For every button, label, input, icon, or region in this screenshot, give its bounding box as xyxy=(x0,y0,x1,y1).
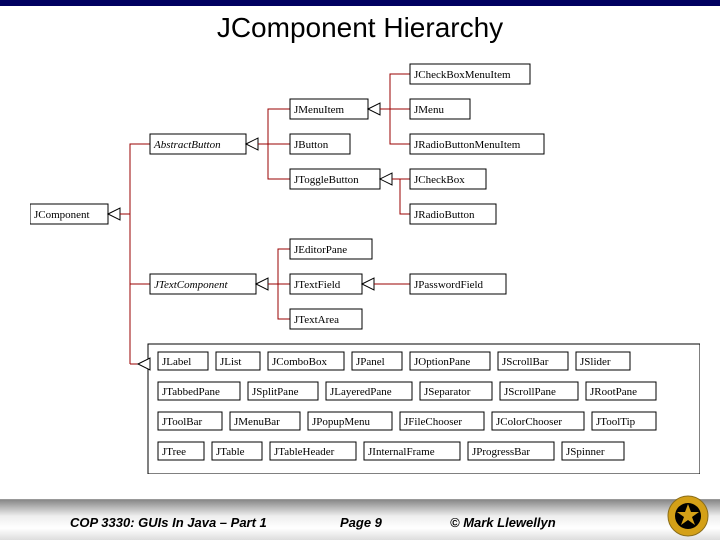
grid-row: JTabbedPane JSplitPane JLayeredPane JSep… xyxy=(158,382,656,400)
slide-footer: COP 3330: GUIs In Java – Part 1 Page 9 ©… xyxy=(0,500,720,540)
inherit-arrow xyxy=(256,278,268,290)
node-jtextfield: JTextField xyxy=(290,274,362,294)
inherit-arrow xyxy=(368,103,380,115)
footer-author: © Mark Llewellyn xyxy=(450,515,556,530)
inherit-arrow xyxy=(246,138,258,150)
svg-text:JFileChooser: JFileChooser xyxy=(404,416,462,428)
svg-text:JPanel: JPanel xyxy=(356,356,385,368)
svg-text:JCheckBox: JCheckBox xyxy=(414,174,465,186)
node-abstractbutton: AbstractButton xyxy=(150,134,246,154)
node-jbutton: JButton xyxy=(290,134,350,154)
svg-text:JToolTip: JToolTip xyxy=(596,416,636,428)
svg-text:JRootPane: JRootPane xyxy=(590,386,637,398)
node-jcheckboxmenuitem: JCheckBoxMenuItem xyxy=(410,64,530,84)
node-jradiobutton: JRadioButton xyxy=(410,204,496,224)
svg-text:JMenu: JMenu xyxy=(414,104,444,116)
slide-title: JComponent Hierarchy xyxy=(0,12,720,44)
svg-text:JPopupMenu: JPopupMenu xyxy=(312,416,371,428)
ucf-logo-icon xyxy=(666,494,710,538)
svg-text:JButton: JButton xyxy=(294,139,329,151)
grid-row: JTree JTable JTableHeader JInternalFrame… xyxy=(158,442,624,460)
svg-text:JColorChooser: JColorChooser xyxy=(496,416,562,428)
svg-text:JTextArea: JTextArea xyxy=(294,314,339,326)
node-jmenu: JMenu xyxy=(410,99,470,119)
svg-text:JList: JList xyxy=(220,356,241,368)
svg-text:JSpinner: JSpinner xyxy=(566,446,605,458)
node-jtogglebutton: JToggleButton xyxy=(290,169,380,189)
node-jcomponent: JComponent xyxy=(30,204,108,224)
svg-text:JScrollPane: JScrollPane xyxy=(504,386,556,398)
top-border xyxy=(0,0,720,6)
node-jtextarea: JTextArea xyxy=(290,309,362,329)
svg-text:JTextComponent: JTextComponent xyxy=(154,279,228,291)
inherit-arrow xyxy=(380,173,392,185)
footer-course: COP 3330: GUIs In Java – Part 1 xyxy=(70,515,267,530)
svg-text:JRadioButtonMenuItem: JRadioButtonMenuItem xyxy=(414,139,521,151)
inherit-arrow xyxy=(362,278,374,290)
svg-text:JTree: JTree xyxy=(162,446,186,458)
svg-text:AbstractButton: AbstractButton xyxy=(153,139,221,151)
svg-text:JSlider: JSlider xyxy=(580,356,611,368)
svg-text:JPasswordField: JPasswordField xyxy=(414,279,484,291)
svg-text:JComboBox: JComboBox xyxy=(272,356,328,368)
svg-text:JToolBar: JToolBar xyxy=(162,416,203,428)
svg-text:JToggleButton: JToggleButton xyxy=(294,174,359,186)
grid-row: JLabel JList JComboBox JPanel JOptionPan… xyxy=(158,352,630,370)
svg-text:JSplitPane: JSplitPane xyxy=(252,386,299,398)
hierarchy-diagram: JComponent AbstractButton JMenuItem JChe… xyxy=(30,54,700,474)
svg-text:JSeparator: JSeparator xyxy=(424,386,471,398)
footer-page: Page 9 xyxy=(340,515,382,530)
svg-text:JOptionPane: JOptionPane xyxy=(414,356,470,368)
svg-text:JMenuItem: JMenuItem xyxy=(294,104,345,116)
svg-text:JRadioButton: JRadioButton xyxy=(414,209,475,221)
svg-text:JTextField: JTextField xyxy=(294,279,341,291)
svg-text:JLabel: JLabel xyxy=(162,356,191,368)
node-jradiobuttonmenuitem: JRadioButtonMenuItem xyxy=(410,134,544,154)
svg-text:JEditorPane: JEditorPane xyxy=(294,244,347,256)
svg-text:JScrollBar: JScrollBar xyxy=(502,356,549,368)
inherit-arrow xyxy=(138,358,150,370)
svg-text:JMenuBar: JMenuBar xyxy=(234,416,280,428)
node-jpasswordfield: JPasswordField xyxy=(410,274,506,294)
svg-text:JTable: JTable xyxy=(216,446,245,458)
svg-text:JComponent: JComponent xyxy=(34,209,90,221)
svg-text:JProgressBar: JProgressBar xyxy=(472,446,530,458)
node-jtextcomponent: JTextComponent xyxy=(150,274,256,294)
grid-row: JToolBar JMenuBar JPopupMenu JFileChoose… xyxy=(158,412,656,430)
node-jcheckbox: JCheckBox xyxy=(410,169,486,189)
node-jeditorpane: JEditorPane xyxy=(290,239,372,259)
svg-text:JTableHeader: JTableHeader xyxy=(274,446,335,458)
svg-text:JInternalFrame: JInternalFrame xyxy=(368,446,435,458)
svg-text:JCheckBoxMenuItem: JCheckBoxMenuItem xyxy=(414,69,511,81)
inherit-arrow xyxy=(108,208,120,220)
svg-text:JLayeredPane: JLayeredPane xyxy=(330,386,392,398)
svg-text:JTabbedPane: JTabbedPane xyxy=(162,386,220,398)
node-jmenuitem: JMenuItem xyxy=(290,99,368,119)
